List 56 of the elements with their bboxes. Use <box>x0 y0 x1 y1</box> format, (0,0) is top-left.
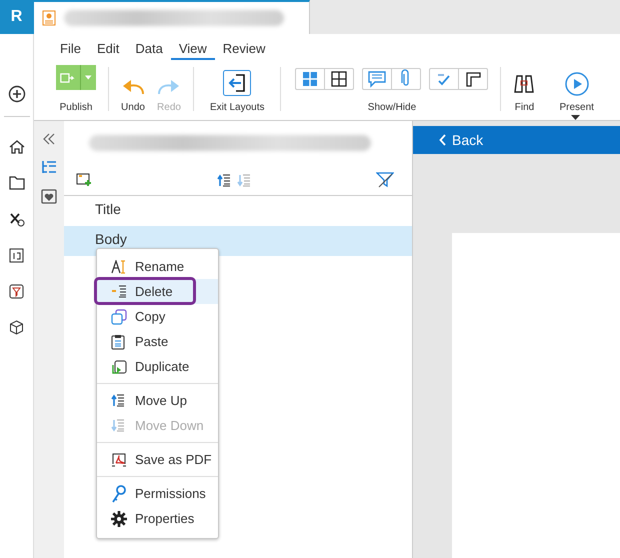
publish-button[interactable] <box>56 65 96 90</box>
chevron-icon <box>439 134 447 146</box>
menu-item[interactable]: Save as PDF <box>97 447 218 472</box>
present-label: Present <box>559 102 594 113</box>
menu-item[interactable]: Properties <box>97 506 218 531</box>
add-icon[interactable] <box>8 85 26 103</box>
filter-off-icon[interactable] <box>376 172 394 188</box>
caret-icon <box>85 75 92 80</box>
keys-icon <box>111 484 127 502</box>
play-icon[interactable] <box>564 72 589 96</box>
find-label: Find <box>514 102 534 113</box>
favorite-icon[interactable] <box>41 189 57 205</box>
menu-item[interactable]: Delete <box>97 279 218 304</box>
menu-item[interactable]: Rename <box>97 254 218 279</box>
menu-item[interactable]: Move Up <box>97 388 218 413</box>
rename-icon <box>111 260 127 274</box>
exit-icon[interactable] <box>223 70 252 96</box>
move-down-icon <box>111 419 125 432</box>
show-hide-label: Show/Hide <box>368 102 416 113</box>
duplicate-icon <box>111 358 127 374</box>
clipboard-icon <box>111 334 125 350</box>
add-item-icon[interactable] <box>76 173 92 187</box>
menu-item[interactable]: Paste <box>97 329 218 354</box>
menu-tab[interactable]: View <box>170 41 215 60</box>
outline-icon[interactable] <box>41 159 57 175</box>
document-tab[interactable] <box>34 0 310 34</box>
filter-box-icon[interactable] <box>9 284 24 299</box>
outline-item[interactable]: Title <box>64 196 412 226</box>
copy-icon <box>111 308 127 324</box>
exit-layouts-label: Exit Layouts <box>210 102 264 113</box>
menu-item[interactable]: Duplicate <box>97 354 218 379</box>
back-button[interactable]: Back <box>413 126 620 154</box>
outline-item[interactable]: Body <box>64 226 412 256</box>
menu-tab[interactable]: Data <box>127 41 171 60</box>
menu-tab[interactable]: File <box>52 41 89 60</box>
redo-label: Redo <box>157 102 181 113</box>
collapse-icon[interactable] <box>42 133 56 145</box>
document-icon <box>42 10 56 26</box>
move-up-icon[interactable] <box>217 174 231 186</box>
undo-label: Undo <box>121 102 145 113</box>
formula-icon[interactable] <box>8 211 24 227</box>
menu-tab[interactable]: Review <box>214 41 274 60</box>
move-up-icon <box>111 394 125 407</box>
export-icon <box>60 70 75 84</box>
publish-label: Publish <box>60 102 92 113</box>
gear-icon <box>111 510 127 526</box>
cube-icon[interactable] <box>9 320 24 335</box>
menu-item[interactable]: Permissions <box>97 481 218 506</box>
calendar-icon[interactable] <box>9 248 24 263</box>
menu-tab[interactable]: Edit <box>88 41 128 60</box>
app-logo[interactable]: R <box>0 0 34 34</box>
home-icon[interactable] <box>8 139 24 155</box>
menu-item[interactable]: Copy <box>97 304 218 329</box>
pdf-icon <box>111 452 127 468</box>
outdent-icon <box>111 285 127 298</box>
folder-icon[interactable] <box>8 176 24 190</box>
